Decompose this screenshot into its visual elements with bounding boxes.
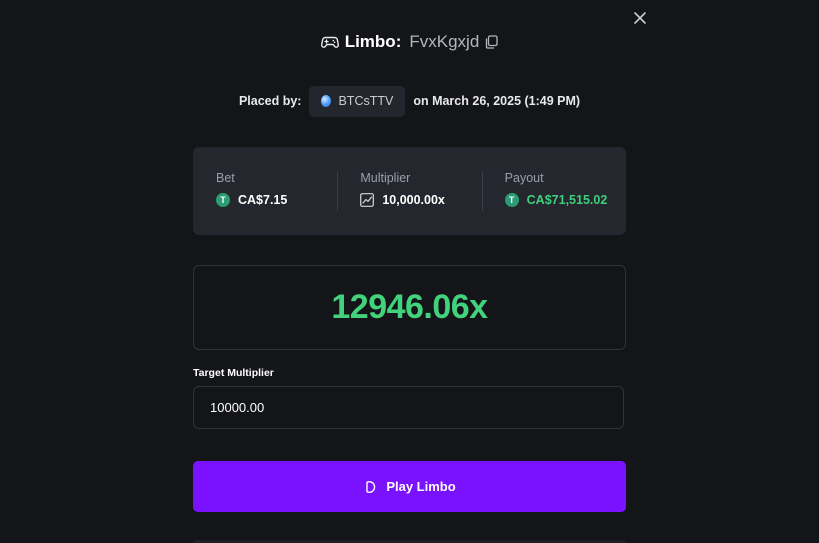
close-icon [634, 12, 646, 24]
placed-by-label: Placed by: [238, 94, 302, 108]
stat-bet-label: Bet [216, 171, 235, 185]
tether-coin-icon: T [216, 193, 230, 207]
tether-coin-icon: T [504, 193, 519, 207]
close-button[interactable] [630, 8, 650, 28]
play-limbo-button[interactable]: Play Limbo [193, 461, 626, 512]
game-name: Limbo: [344, 32, 402, 51]
bet-id: FvxKgxjd [409, 32, 480, 51]
bet-details-modal: Limbo: FvxKgxjd Placed by: BTCsTTV on Ma… [0, 0, 819, 543]
placed-date: on March 26, 2025 (1:49 PM) [413, 94, 581, 108]
trend-chart-icon [360, 193, 375, 207]
result-multiplier: 12946.06x [331, 288, 488, 326]
stat-payout-value: CA$71,515.02 [526, 193, 608, 207]
stat-multiplier-value: 10,000.00x [382, 193, 445, 207]
limbo-icon [363, 480, 377, 494]
stat-payout-label: Payout [504, 171, 544, 185]
user-chip[interactable]: BTCsTTV [309, 85, 406, 117]
stat-multiplier: Multiplier 10,000.00x [337, 147, 481, 235]
gamepad-icon [320, 35, 339, 49]
stat-multiplier-label: Multiplier [360, 171, 411, 185]
modal-title: Limbo: FvxKgxjd [0, 28, 819, 56]
target-multiplier-input[interactable] [193, 386, 624, 429]
result-display: 12946.06x [193, 265, 626, 350]
placed-by-row: Placed by: BTCsTTV on March 26, 2025 (1:… [0, 85, 819, 117]
play-limbo-label: Play Limbo [386, 479, 456, 494]
target-multiplier-label: Target Multiplier [193, 367, 274, 379]
stat-bet-value-row: T CA$7.15 [216, 193, 337, 207]
stat-payout-value-row: T CA$71,515.02 [504, 193, 626, 207]
stat-multiplier-value-row: 10,000.00x [360, 193, 481, 207]
copy-icon[interactable] [485, 35, 498, 49]
stat-bet-value: CA$7.15 [238, 193, 288, 207]
stat-payout: Payout T CA$71,515.02 [481, 147, 626, 235]
bet-stats-card: Bet T CA$7.15 Multiplier 10,000.00x Payo… [193, 147, 626, 235]
stat-bet: Bet T CA$7.15 [193, 147, 337, 235]
avatar [321, 95, 332, 107]
username: BTCsTTV [338, 94, 394, 108]
